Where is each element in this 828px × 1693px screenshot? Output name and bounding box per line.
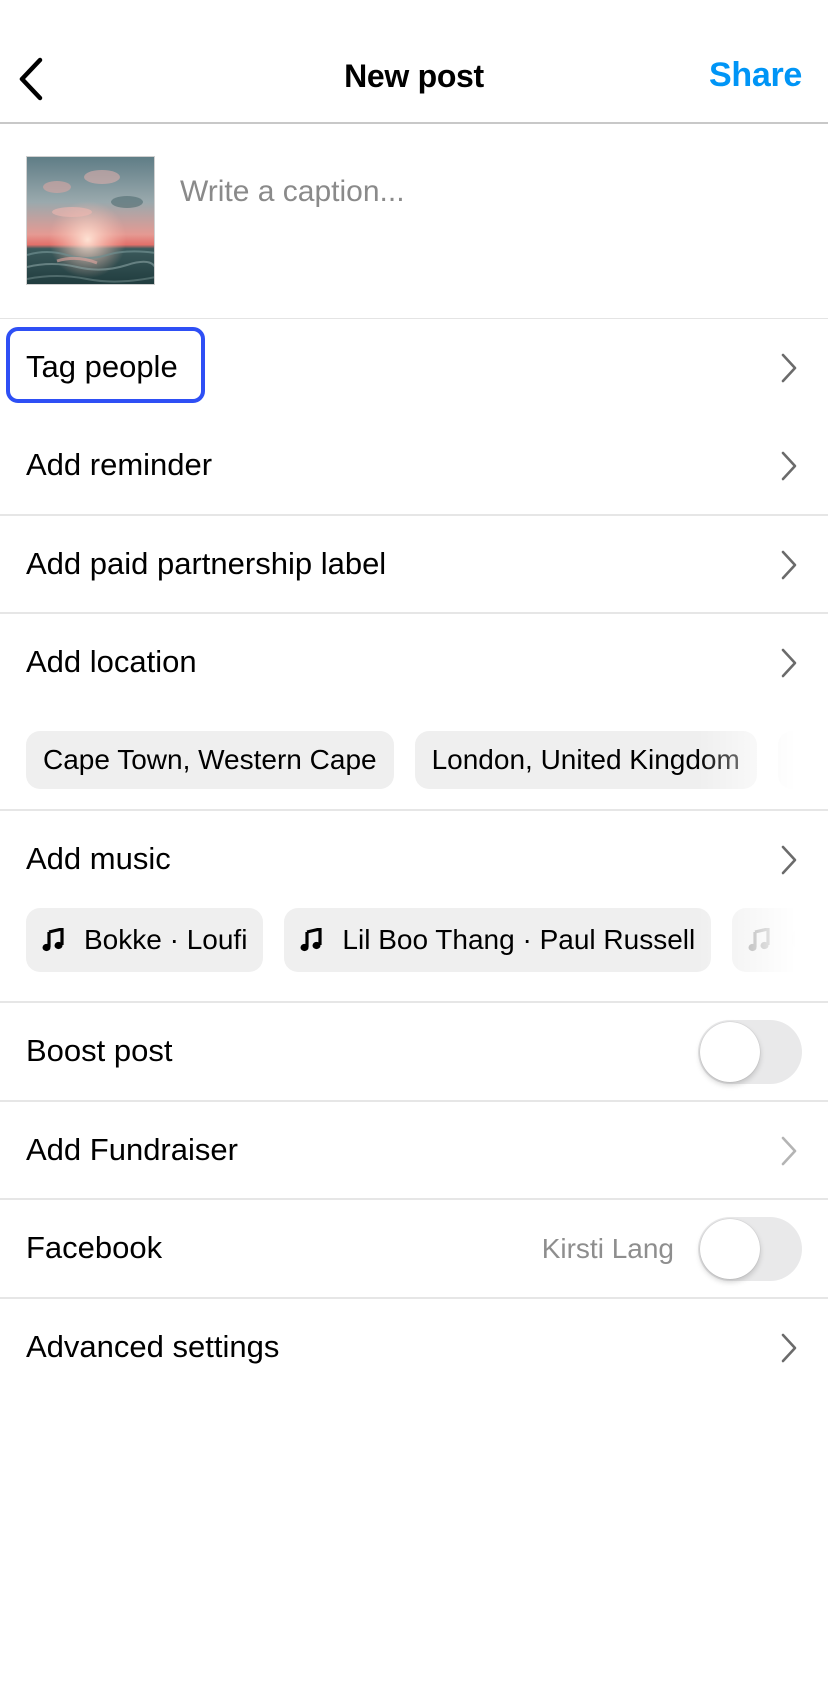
facebook-label: Facebook <box>26 1230 163 1265</box>
location-suggestions: Cape Town, Western Cape London, United K… <box>26 731 828 789</box>
music-suggestions: Bokke · Loufi Lil Boo Thang · Paul Russe… <box>26 908 828 972</box>
chevron-right-icon <box>780 451 798 481</box>
location-chip[interactable]: London, United Kingdom <box>414 731 757 789</box>
music-chip[interactable]: Bokke · Loufi <box>26 908 264 972</box>
toggle-knob <box>700 1022 760 1082</box>
chevron-right-icon <box>780 550 798 580</box>
paid-partnership-row[interactable]: Add paid partnership label <box>0 516 828 614</box>
music-note-icon <box>748 928 770 952</box>
location-chip[interactable]: Cape Town, Western Cape <box>26 731 394 789</box>
ocean-sunset-image <box>27 157 154 284</box>
add-music-section: Add music Bokke · Loufi Lil Boo Thang · … <box>0 811 828 1003</box>
page-title: New post <box>344 58 484 94</box>
caption-section <box>0 124 828 319</box>
chevron-right-icon <box>780 1136 798 1166</box>
chevron-right-icon <box>780 1333 798 1363</box>
caption-input[interactable] <box>180 170 800 214</box>
music-chip-label: Bokke · Loufi <box>84 924 248 955</box>
music-note-icon <box>42 928 64 952</box>
boost-post-toggle[interactable] <box>698 1020 802 1084</box>
toggle-knob <box>700 1219 760 1279</box>
advanced-settings-label: Advanced settings <box>26 1329 280 1364</box>
music-chip[interactable]: Lil Boo Thang · Paul Russell <box>284 908 712 972</box>
music-chip-label: Lil Boo Thang · Paul Russell <box>342 924 696 955</box>
music-chip[interactable]: Go <box>732 908 828 972</box>
add-location-section: Add location Cape Town, Western Cape Lon… <box>0 614 828 811</box>
chevron-right-icon <box>780 648 798 678</box>
add-fundraiser-label: Add Fundraiser <box>26 1132 238 1167</box>
add-music-label: Add music <box>26 841 171 876</box>
boost-post-label: Boost post <box>26 1033 173 1068</box>
music-chip-label: Go <box>790 924 828 955</box>
music-note-icon <box>300 928 323 952</box>
paid-partnership-label: Add paid partnership label <box>26 546 387 581</box>
top-nav-bar: New post Share <box>0 0 828 124</box>
chevron-right-icon <box>780 845 798 875</box>
add-location-label: Add location <box>26 644 197 679</box>
post-thumbnail[interactable] <box>26 156 155 285</box>
facebook-account-name: Kirsti Lang <box>541 1233 674 1264</box>
location-chip[interactable]: N <box>777 731 828 789</box>
share-button[interactable]: Share <box>709 56 802 95</box>
add-reminder-label: Add reminder <box>26 447 213 482</box>
facebook-row: Facebook Kirsti Lang <box>0 1200 828 1299</box>
chevron-right-icon <box>780 353 798 383</box>
tag-people-row[interactable]: Tag people <box>0 319 828 417</box>
advanced-settings-row[interactable]: Advanced settings <box>0 1299 828 1397</box>
tag-people-label: Tag people <box>26 349 178 384</box>
add-music-row[interactable]: Add music <box>0 811 828 907</box>
boost-post-row: Boost post <box>0 1003 828 1102</box>
add-reminder-row[interactable]: Add reminder <box>0 417 828 516</box>
facebook-share-toggle[interactable] <box>698 1217 802 1281</box>
add-location-row[interactable]: Add location <box>0 614 828 710</box>
add-fundraiser-row[interactable]: Add Fundraiser <box>0 1102 828 1200</box>
